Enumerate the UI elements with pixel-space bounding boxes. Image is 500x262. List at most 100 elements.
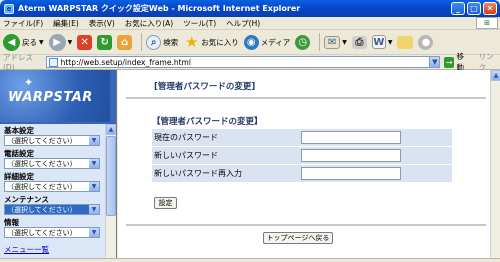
forward-arrow-icon: ▶	[48, 33, 66, 51]
nav-group-maintenance: メンテナンス （選択してください） ▼	[4, 195, 104, 215]
confirm-password-label: 新しいパスワード再入力	[154, 169, 242, 178]
favorites-label: お気に入り	[201, 37, 239, 47]
address-url: http://web.setup/index_frame.html	[60, 57, 191, 67]
folder-button[interactable]	[397, 35, 414, 49]
current-password-input[interactable]	[301, 131, 401, 144]
menu-file[interactable]: ファイル(F)	[3, 18, 43, 29]
back-to-top-button[interactable]: トップページへ戻る	[263, 232, 333, 244]
title-divider	[126, 97, 486, 99]
chevron-down-icon: ▼	[89, 182, 99, 191]
edit-button[interactable]: W ▼	[371, 35, 393, 49]
mail-icon: ✉	[324, 35, 341, 49]
history-button[interactable]: ◷	[295, 34, 311, 50]
toolbar: ◀ 戻る ▼ ▶ ▼ ✕ ↻ ⌂ ⌕ 検索 ★ お気に入り ◉ メディア ◷ ✉…	[0, 30, 500, 55]
current-password-label: 現在のパスワード	[154, 133, 218, 142]
home-icon: ⌂	[117, 34, 133, 50]
menu-view[interactable]: 表示(V)	[89, 18, 115, 29]
minimize-button[interactable]: _	[451, 2, 465, 15]
stop-icon: ✕	[77, 34, 93, 50]
refresh-button[interactable]: ↻	[97, 34, 113, 50]
messenger-button[interactable]: ●	[418, 34, 434, 50]
bottom-divider	[126, 224, 486, 226]
form-title: 【管理者パスワードの変更】	[152, 117, 263, 127]
stop-button[interactable]: ✕	[77, 34, 93, 50]
menu-edit[interactable]: 編集(E)	[53, 18, 79, 29]
search-icon: ⌕	[146, 34, 162, 50]
ie-icon: e	[4, 3, 14, 14]
nav-select-advanced[interactable]: （選択してください） ▼	[4, 181, 100, 192]
nav-select-info[interactable]: （選択してください） ▼	[4, 227, 100, 238]
page-title: [管理者パスワードの変更]	[154, 82, 256, 92]
nav-select-maintenance[interactable]: （選択してください） ▼	[4, 204, 100, 215]
window-titlebar: e Aterm WARPSTAR クイック設定Web - Microsoft I…	[0, 0, 500, 17]
nav-group-phone: 電話設定 （選択してください） ▼	[4, 149, 104, 169]
form-row-current-password: 現在のパスワード	[152, 129, 452, 147]
go-arrow-icon: →	[444, 56, 455, 68]
select-value: （選択してください）	[7, 205, 77, 214]
new-password-input[interactable]	[301, 149, 401, 162]
chevron-down-icon: ▼	[89, 159, 99, 168]
media-button[interactable]: ◉ メディア	[243, 34, 290, 50]
chevron-down-icon: ▼	[39, 38, 44, 46]
warpstar-logo: ✦ WARPSTAR	[0, 70, 110, 122]
forward-button[interactable]: ▶ ▼	[48, 33, 72, 51]
confirm-password-input[interactable]	[301, 167, 401, 180]
chevron-down-icon: ▼	[342, 38, 347, 46]
right-scrollbar[interactable]: ▲	[490, 70, 500, 258]
menu-tools[interactable]: ツール(T)	[183, 18, 216, 29]
nav-label-maintenance: メンテナンス	[4, 195, 49, 204]
home-button[interactable]: ⌂	[117, 34, 133, 50]
star-icon: ✦	[24, 76, 34, 89]
nav-select-phone[interactable]: （選択してください） ▼	[4, 158, 100, 169]
select-value: （選択してください）	[7, 228, 77, 237]
password-form: 【管理者パスワードの変更】 現在のパスワード 新しいパスワード 新しいパスワード…	[152, 115, 452, 183]
back-label: 戻る	[22, 37, 37, 47]
chevron-down-icon: ▼	[89, 136, 99, 145]
maximize-button[interactable]: □	[467, 2, 481, 15]
nav-label-basic: 基本設定	[4, 126, 34, 135]
scroll-up-arrow-icon[interactable]: ▲	[106, 124, 116, 135]
media-icon: ◉	[243, 34, 259, 50]
left-nav-frame: ✦ WARPSTAR 基本設定 （選択してください） ▼ 電話設定 （選択してく…	[0, 70, 117, 258]
menu-favorites[interactable]: お気に入り(A)	[125, 18, 173, 29]
nav-label-advanced: 詳細設定	[4, 172, 34, 181]
menu-bar: ファイル(F) 編集(E) 表示(V) お気に入り(A) ツール(T) ヘルプ(…	[0, 17, 500, 30]
document-icon: W	[371, 35, 386, 49]
new-password-label: 新しいパスワード	[154, 151, 218, 160]
windows-logo-icon: ⊞	[476, 17, 498, 29]
chevron-down-icon: ▼	[387, 38, 393, 46]
form-row-confirm-password: 新しいパスワード再入力	[152, 165, 452, 183]
address-input[interactable]: http://web.setup/index_frame.html	[45, 56, 431, 68]
page-icon	[48, 57, 58, 67]
address-label: アドレス(D)	[3, 53, 33, 72]
menu-list-link[interactable]: メニュー一覧	[4, 244, 49, 255]
messenger-icon: ●	[418, 34, 434, 50]
chevron-down-icon: ▼	[89, 205, 99, 214]
scroll-thumb[interactable]	[106, 136, 116, 216]
close-button[interactable]: ✕	[483, 2, 497, 15]
select-value: （選択してください）	[7, 136, 77, 145]
nav-group-advanced: 詳細設定 （選択してください） ▼	[4, 172, 104, 192]
back-button[interactable]: ◀ 戻る ▼	[3, 33, 44, 51]
toolbar-divider	[319, 33, 321, 51]
favorites-button[interactable]: ★ お気に入り	[183, 33, 239, 51]
address-bar: アドレス(D) http://web.setup/index_frame.htm…	[0, 52, 500, 72]
status-bar	[0, 258, 500, 262]
nav-label-info: 情報	[4, 218, 19, 227]
nav-select-basic[interactable]: （選択してください） ▼	[4, 135, 100, 146]
menu-help[interactable]: ヘルプ(H)	[226, 18, 260, 29]
set-button[interactable]: 設定	[154, 197, 177, 209]
address-dropdown-button[interactable]: ▼	[429, 56, 441, 68]
nav-panel: 基本設定 （選択してください） ▼ 電話設定 （選択してください） ▼ 詳細設定…	[0, 124, 105, 258]
toolbar-divider	[141, 33, 143, 51]
star-icon: ★	[185, 33, 199, 51]
scroll-up-arrow-icon[interactable]: ▲	[491, 70, 500, 81]
search-button[interactable]: ⌕ 検索	[146, 34, 178, 50]
refresh-icon: ↻	[97, 34, 113, 50]
left-scrollbar[interactable]: ▲	[105, 124, 116, 258]
main-content-frame: [管理者パスワードの変更] 【管理者パスワードの変更】 現在のパスワード 新しい…	[118, 70, 490, 258]
print-button[interactable]: ⎙	[351, 35, 367, 49]
print-icon: ⎙	[351, 35, 367, 49]
window-title: Aterm WARPSTAR クイック設定Web - Microsoft Int…	[18, 4, 301, 13]
mail-button[interactable]: ✉ ▼	[324, 35, 347, 49]
